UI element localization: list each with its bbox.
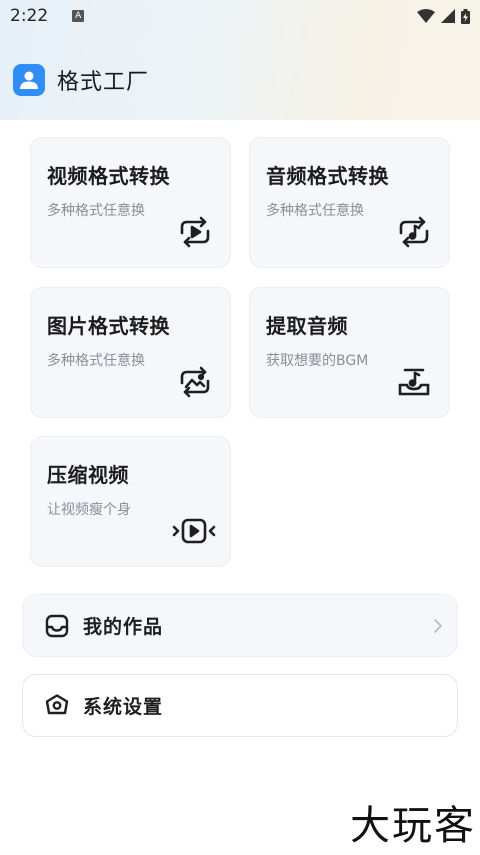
notification-icon: A — [72, 10, 85, 22]
card-image-convert[interactable]: 图片格式转换 多种格式任意换 — [30, 287, 231, 418]
card-subtitle: 多种格式任意换 — [266, 203, 364, 219]
my-works-label: 我的作品 — [83, 616, 164, 638]
card-audio-convert[interactable]: 音频格式转换 多种格式任意换 — [249, 137, 450, 268]
card-compress-video[interactable]: 压缩视频 让视频瘦个身 — [30, 436, 231, 567]
card-subtitle: 获取想要的BGM — [266, 353, 369, 369]
my-works-row[interactable]: 我的作品 — [22, 594, 458, 657]
status-indicators — [417, 8, 470, 24]
settings-row[interactable]: 系统设置 — [22, 674, 458, 737]
wifi-icon — [417, 9, 435, 23]
box-icon — [43, 612, 71, 640]
card-extract-audio[interactable]: 提取音频 获取想要的BGM — [249, 287, 450, 418]
card-video-convert[interactable]: 视频格式转换 多种格式任意换 — [30, 137, 231, 268]
status-time: 2:22 — [10, 6, 49, 26]
settings-label: 系统设置 — [83, 696, 164, 718]
app-title: 格式工厂 — [57, 70, 150, 95]
image-convert-icon — [176, 363, 214, 401]
card-title: 提取音频 — [266, 314, 348, 338]
video-convert-icon — [176, 213, 214, 251]
status-bar: 2:22 A — [0, 0, 480, 32]
chevron-right-icon — [433, 618, 443, 634]
extract-audio-icon — [395, 363, 433, 401]
card-subtitle: 让视频瘦个身 — [47, 502, 131, 518]
battery-icon — [461, 8, 470, 24]
signal-icon — [441, 9, 455, 23]
card-title: 压缩视频 — [47, 463, 129, 487]
app-logo-icon — [13, 64, 45, 96]
card-title: 音频格式转换 — [266, 164, 389, 188]
watermark-text: 大玩客 — [350, 803, 476, 849]
card-title: 视频格式转换 — [47, 164, 170, 188]
app-header: 格式工厂 — [13, 64, 149, 96]
card-subtitle: 多种格式任意换 — [47, 353, 145, 369]
hexagon-settings-icon — [43, 692, 71, 720]
audio-convert-icon — [395, 213, 433, 251]
card-title: 图片格式转换 — [47, 314, 170, 338]
compress-video-icon — [172, 512, 216, 550]
card-subtitle: 多种格式任意换 — [47, 203, 145, 219]
